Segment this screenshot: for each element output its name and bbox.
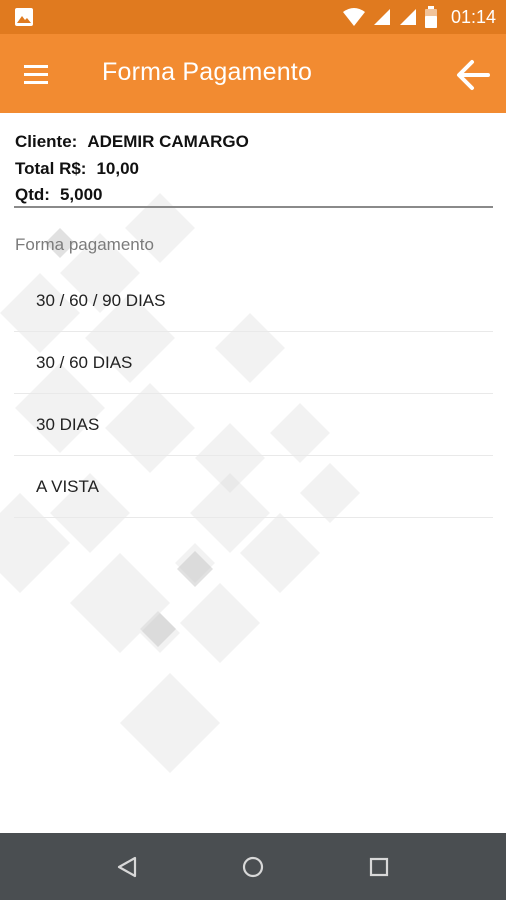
arrow-back-icon[interactable] (452, 54, 494, 96)
status-bar: 01:14 (0, 0, 506, 34)
payment-option[interactable]: 30 / 60 / 90 DIAS (14, 270, 493, 332)
payment-option[interactable]: 30 DIAS (14, 394, 493, 456)
home-circle-icon[interactable] (235, 849, 271, 885)
client-value: ADEMIR CAMARGO (87, 132, 249, 151)
total-value: 10,00 (96, 158, 140, 178)
payment-options-list: 30 / 60 / 90 DIAS 30 / 60 DIAS 30 DIAS A… (14, 270, 493, 518)
image-icon (15, 8, 33, 26)
client-label: Cliente: (15, 132, 78, 151)
qtd-label: Qtd: (15, 185, 50, 204)
system-nav-bar (0, 833, 506, 900)
section-label: Forma pagamento (15, 235, 154, 254)
status-time: 01:14 (450, 6, 496, 27)
client-row: Cliente: ADEMIR CAMARGO (15, 131, 249, 158)
page-title: Forma Pagamento (102, 58, 313, 86)
payment-option[interactable]: 30 / 60 DIAS (14, 332, 493, 394)
back-triangle-icon[interactable] (109, 849, 145, 885)
total-row: Total R$: 10,00 (15, 158, 249, 185)
app-bar: Forma Pagamento (0, 34, 506, 113)
battery-icon (424, 6, 437, 28)
signal-icon-2 (399, 9, 416, 25)
recents-square-icon[interactable] (361, 849, 397, 885)
total-label: Total R$: (15, 158, 87, 178)
qtd-value: 5,000 (59, 185, 103, 204)
order-info: Cliente: ADEMIR CAMARGO Total R$: 10,00 Qt… (15, 131, 249, 211)
content-area: Cliente: ADEMIR CAMARGO Total R$: 10,00 Qt… (0, 113, 506, 833)
signal-icon (373, 9, 390, 25)
payment-option[interactable]: A VISTA (14, 456, 493, 518)
hamburger-menu-icon[interactable] (18, 56, 54, 92)
status-icons: 01:14 (342, 0, 496, 34)
wifi-icon (342, 8, 365, 26)
divider (14, 206, 493, 208)
